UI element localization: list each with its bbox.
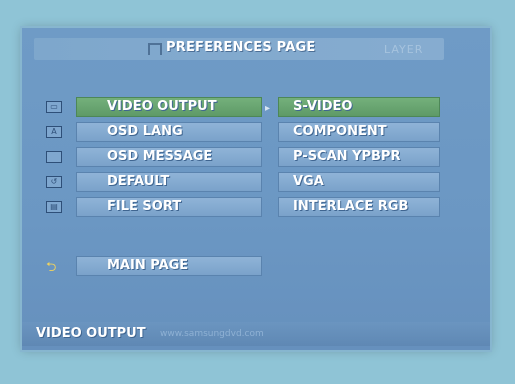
option-label: VGA [293, 174, 324, 189]
option-interlace-rgb[interactable]: INTERLACE RGB [278, 197, 440, 217]
option-label: COMPONENT [293, 124, 387, 139]
menu-item-video-output[interactable]: VIDEO OUTPUT [76, 97, 262, 117]
page-icon [148, 43, 162, 55]
option-label: P-SCAN YPBPR [293, 149, 401, 164]
back-arrow-icon: ⮌ [46, 260, 57, 275]
option-label: INTERLACE RGB [293, 199, 409, 214]
menu-item-label: OSD LANG [107, 124, 183, 139]
menu-item-label: VIDEO OUTPUT [107, 99, 217, 114]
main-page-button[interactable]: MAIN PAGE [76, 256, 262, 276]
main-page-label: MAIN PAGE [107, 258, 189, 273]
ghost-title-text: LAYER [384, 43, 424, 56]
selection-arrow-icon: ▸ [265, 103, 271, 114]
option-label: S-VIDEO [293, 99, 353, 114]
menu-item-default[interactable]: DEFAULT [76, 172, 262, 192]
monitor-icon: ▭ [46, 101, 62, 113]
title-bar: PREFERENCES PAGE LAYER [34, 38, 444, 60]
status-bar: VIDEO OUTPUT www.samsungdvd.com [22, 322, 490, 346]
osd-screen: PREFERENCES PAGE LAYER ▭ VIDEO OUTPUT A … [22, 28, 490, 350]
option-component[interactable]: COMPONENT [278, 122, 440, 142]
folder-icon: ▤ [46, 201, 62, 213]
menu-item-label: OSD MESSAGE [107, 149, 213, 164]
menu-item-osd-message[interactable]: OSD MESSAGE [76, 147, 262, 167]
language-icon: A [46, 126, 62, 138]
menu-item-osd-lang[interactable]: OSD LANG [76, 122, 262, 142]
status-label: VIDEO OUTPUT [36, 326, 146, 341]
option-vga[interactable]: VGA [278, 172, 440, 192]
page-title: PREFERENCES PAGE [166, 40, 316, 55]
menu-item-file-sort[interactable]: FILE SORT [76, 197, 262, 217]
menu-item-label: FILE SORT [107, 199, 182, 214]
watermark-text: www.samsungdvd.com [160, 329, 264, 339]
reset-icon: ↺ [46, 176, 62, 188]
option-p-scan-ypbpr[interactable]: P-SCAN YPBPR [278, 147, 440, 167]
option-s-video[interactable]: S-VIDEO [278, 97, 440, 117]
message-icon [46, 151, 62, 163]
menu-item-label: DEFAULT [107, 174, 170, 189]
